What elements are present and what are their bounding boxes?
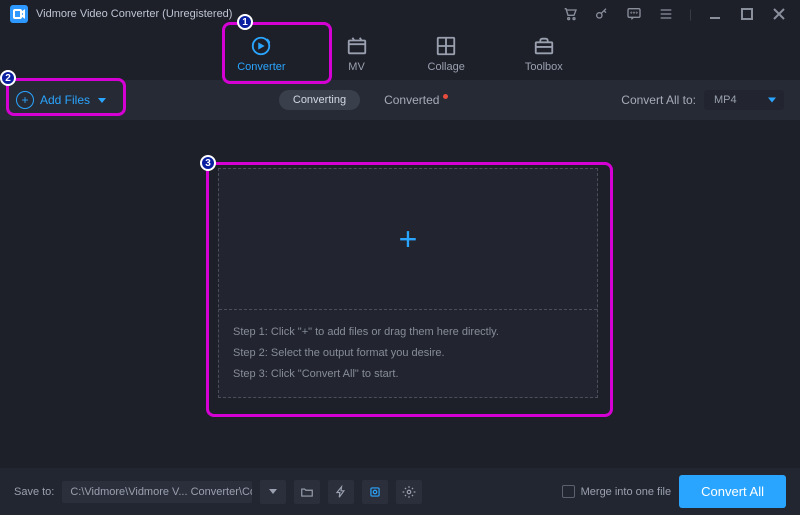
tab-collage[interactable]: Collage — [418, 31, 475, 77]
tab-converter[interactable]: Converter — [227, 31, 295, 77]
dropzone: + Step 1: Click "+" to add files or drag… — [218, 168, 598, 398]
merge-checkbox[interactable]: Merge into one file — [562, 485, 672, 498]
annotation-badge-2: 2 — [0, 70, 16, 86]
annotation-badge-1: 1 — [237, 14, 253, 30]
convert-all-to-label: Convert All to: — [621, 93, 696, 107]
path-dropdown-button[interactable] — [260, 480, 286, 504]
annotation-badge-3: 3 — [200, 155, 216, 171]
minimize-button[interactable] — [704, 3, 726, 25]
add-files-label: Add Files — [40, 93, 90, 107]
sub-toolbar: + Add Files Converting Converted Convert… — [0, 80, 800, 120]
plus-icon: + — [399, 221, 418, 258]
output-path-input[interactable]: C:\Vidmore\Vidmore V... Converter\Conver… — [62, 481, 252, 503]
app-title: Vidmore Video Converter (Unregistered) — [36, 8, 232, 20]
key-icon[interactable] — [591, 3, 613, 25]
menu-icon[interactable] — [655, 3, 677, 25]
feedback-icon[interactable] — [623, 3, 645, 25]
notification-dot-icon — [443, 94, 448, 99]
app-icon — [10, 5, 28, 23]
converted-label: Converted — [384, 93, 439, 107]
settings-button[interactable] — [396, 480, 422, 504]
close-button[interactable] — [768, 3, 790, 25]
titlebar: Vidmore Video Converter (Unregistered) | — [0, 0, 800, 28]
merge-label: Merge into one file — [581, 486, 672, 498]
tab-label: Toolbox — [525, 61, 563, 73]
output-format-select[interactable]: MP4 — [704, 90, 784, 110]
gpu-button[interactable] — [362, 480, 388, 504]
checkbox-icon — [562, 485, 575, 498]
instructions: Step 1: Click "+" to add files or drag t… — [219, 310, 597, 397]
tab-mv[interactable]: MV — [336, 31, 378, 77]
chevron-down-icon — [768, 98, 776, 103]
add-files-button[interactable]: + Add Files — [16, 91, 106, 109]
tab-label: Collage — [428, 61, 465, 73]
open-folder-button[interactable] — [294, 480, 320, 504]
footer: Save to: C:\Vidmore\Vidmore V... Convert… — [0, 468, 800, 515]
status-converting[interactable]: Converting — [279, 90, 360, 110]
format-value: MP4 — [714, 94, 737, 106]
cart-icon[interactable] — [559, 3, 581, 25]
tab-toolbox[interactable]: Toolbox — [515, 31, 573, 77]
chevron-down-icon — [98, 98, 106, 103]
tab-label: MV — [348, 61, 365, 73]
step-1: Step 1: Click "+" to add files or drag t… — [233, 322, 583, 343]
plus-circle-icon: + — [16, 91, 34, 109]
step-2: Step 2: Select the output format you des… — [233, 343, 583, 364]
save-to-label: Save to: — [14, 486, 54, 498]
convert-all-button[interactable]: Convert All — [679, 475, 786, 508]
hardware-accel-button[interactable] — [328, 480, 354, 504]
maximize-button[interactable] — [736, 3, 758, 25]
main-nav: Converter MV Collage Toolbox — [0, 28, 800, 80]
tab-label: Converter — [237, 61, 285, 73]
main-area: + Step 1: Click "+" to add files or drag… — [0, 120, 800, 468]
step-3: Step 3: Click "Convert All" to start. — [233, 364, 583, 385]
status-converted[interactable]: Converted — [384, 90, 448, 110]
add-files-dropzone[interactable]: + — [219, 169, 597, 310]
